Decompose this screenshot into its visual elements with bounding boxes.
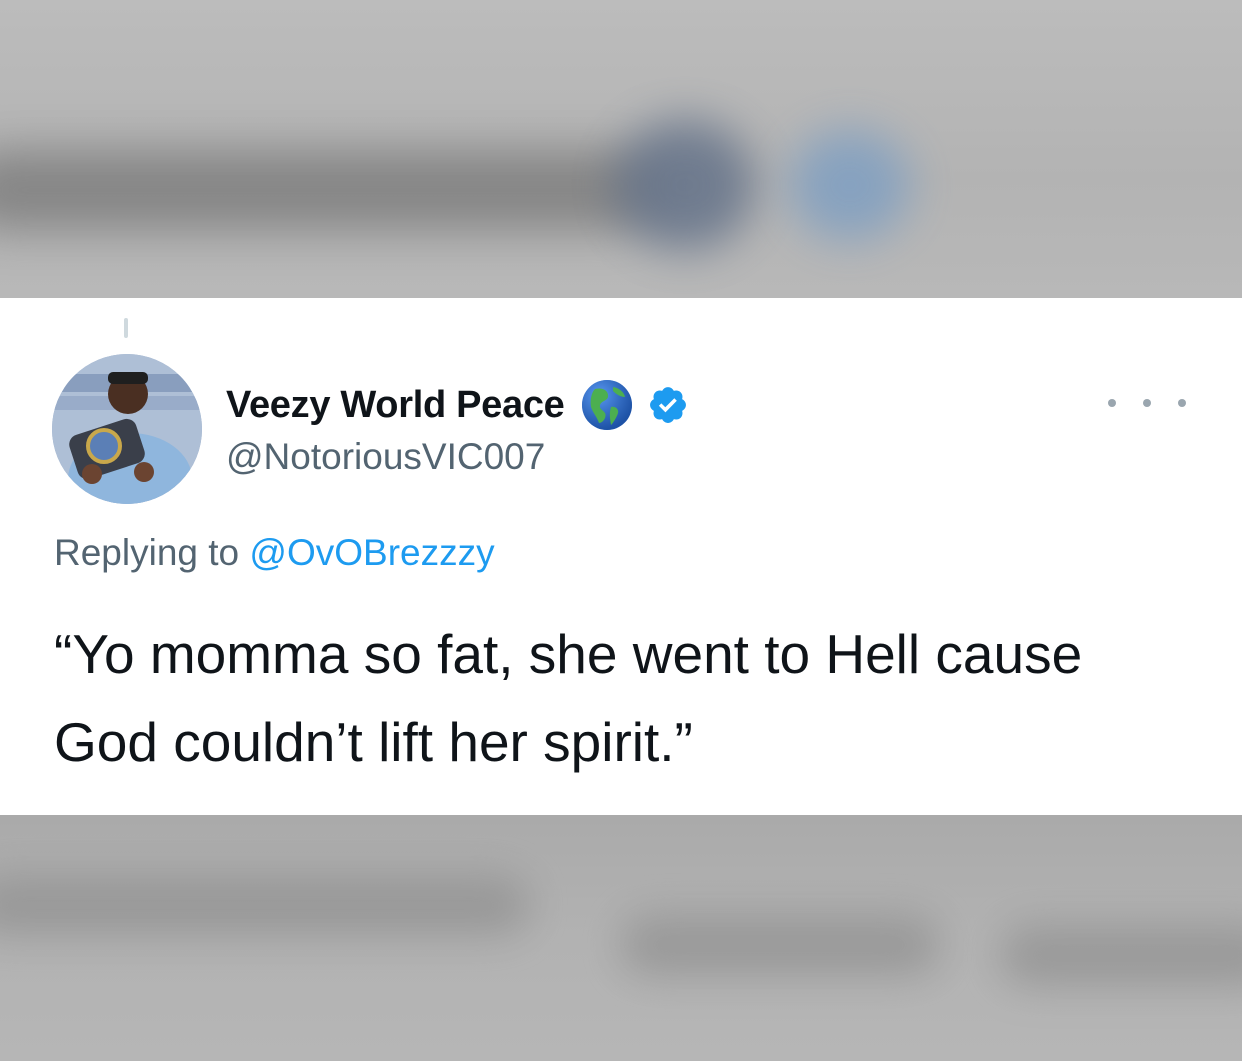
blurred-next-content xyxy=(0,815,1242,1061)
replying-prefix: Replying to xyxy=(54,532,250,573)
avatar-photo-icon xyxy=(52,354,202,504)
mention-link[interactable]: @OvOBrezzzy xyxy=(249,532,494,573)
dot xyxy=(1143,399,1151,407)
thread-connector-line xyxy=(124,318,128,338)
dot xyxy=(1178,399,1186,407)
tweet-text: “Yo momma so fat, she went to Hell cause… xyxy=(54,623,1083,773)
blurred-text xyxy=(0,150,660,230)
blurred-text xyxy=(620,915,940,975)
user-handle[interactable]: @NotoriousVIC007 xyxy=(226,436,545,478)
blurred-text xyxy=(1000,925,1242,985)
verified-badge-icon xyxy=(649,387,686,423)
dot xyxy=(1108,399,1116,407)
more-options-icon[interactable] xyxy=(1108,396,1186,410)
display-name[interactable]: Veezy World Peace xyxy=(226,384,565,427)
display-name-row[interactable]: Veezy World Peace xyxy=(226,378,689,432)
globe-americas-icon xyxy=(581,380,632,430)
replying-to-line: Replying to @OvOBrezzzy xyxy=(54,532,495,574)
blurred-previous-tweet xyxy=(0,0,1242,298)
avatar[interactable] xyxy=(52,354,202,504)
blurred-emoji xyxy=(615,120,755,250)
tweet-card[interactable]: Veezy World Peace @NotoriousVIC007 Reply… xyxy=(0,298,1242,815)
blurred-badge xyxy=(790,130,910,240)
blurred-text xyxy=(0,875,530,935)
